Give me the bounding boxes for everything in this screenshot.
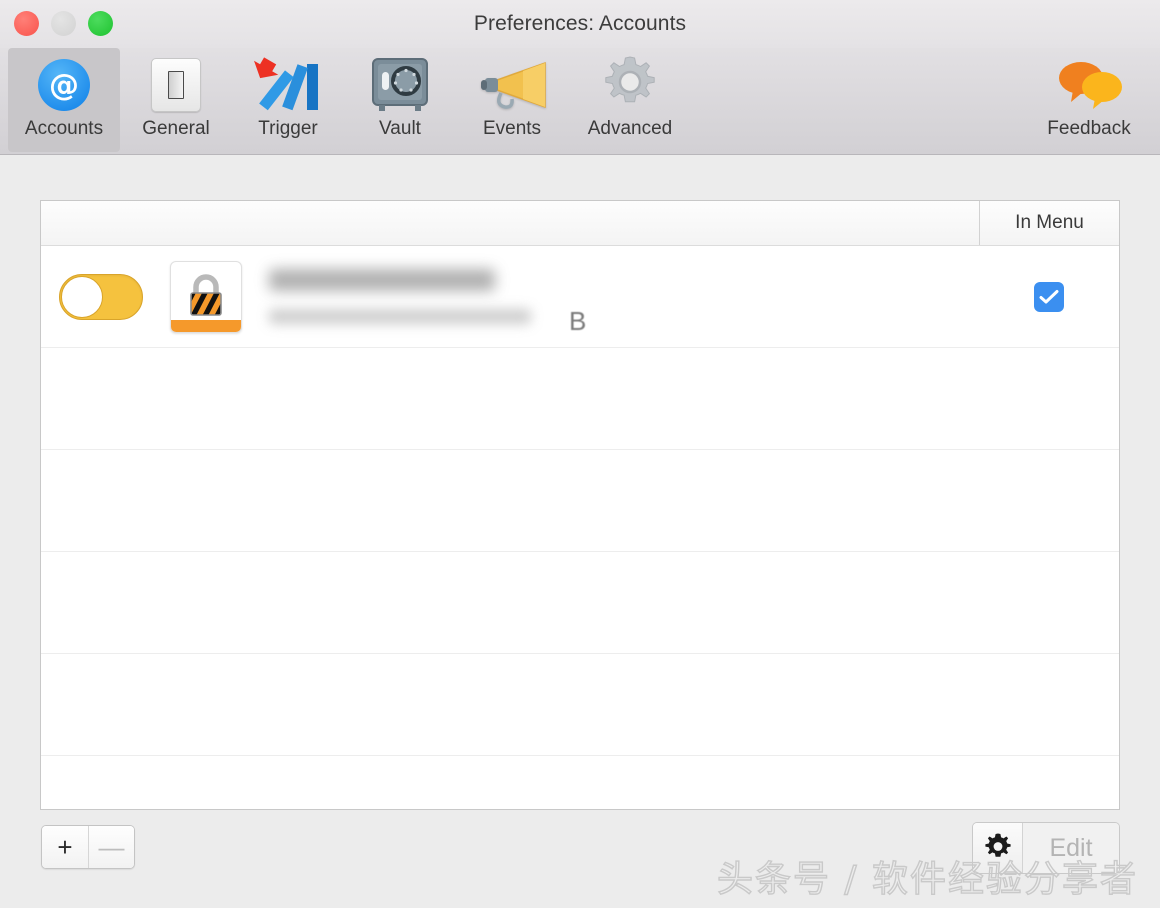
remove-account-button[interactable]: — xyxy=(88,826,134,868)
preferences-window: Preferences: Accounts @ Accounts General xyxy=(0,0,1160,908)
bottom-toolbar: + — Edit 头条号 / 软件经验分享者 xyxy=(0,0,1160,908)
add-account-button[interactable]: + xyxy=(42,826,88,868)
watermark-text: 头条号 / 软件经验分享者 xyxy=(716,858,1138,900)
add-remove-segmented-control: + — xyxy=(41,825,135,869)
